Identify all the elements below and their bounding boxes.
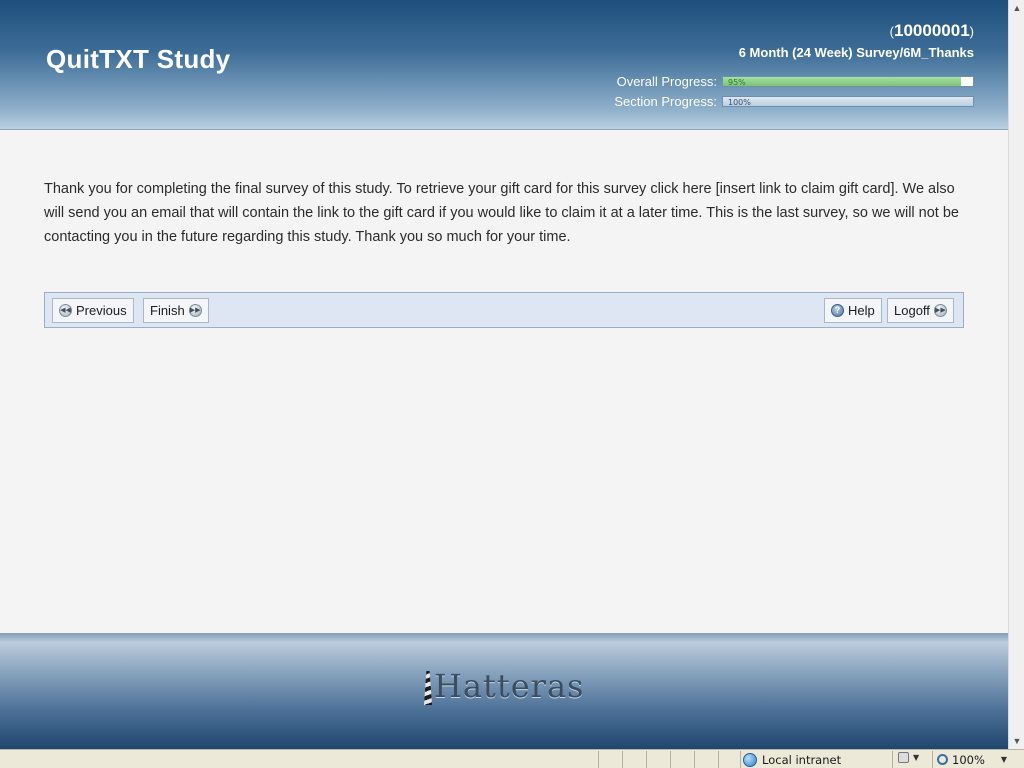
logoff-button-label: Logoff [894, 303, 930, 318]
help-button-label: Help [848, 303, 875, 318]
status-divider [740, 751, 741, 768]
security-zone-label: Local intranet [762, 752, 842, 767]
chevron-down-icon: ▼ [913, 753, 920, 762]
header-banner: QuitTXT Study (10000001) 6 Month (24 Wee… [0, 0, 1008, 130]
previous-button[interactable]: ◀◀ Previous [52, 298, 134, 323]
navigation-bar: ◀◀ Previous Finish ▶▶ ? Help Logoff ▶▶ [44, 292, 964, 328]
overall-progress: Overall Progress: 95% [616, 73, 974, 89]
help-button[interactable]: ? Help [824, 298, 882, 323]
footer-banner: Hatteras [0, 633, 1008, 749]
status-divider [646, 751, 647, 768]
finish-button[interactable]: Finish ▶▶ [143, 298, 209, 323]
overall-progress-fill [723, 76, 961, 86]
security-zone[interactable]: Local intranet [743, 751, 841, 768]
lighthouse-icon [424, 671, 432, 705]
protected-mode[interactable]: ▼ [898, 752, 919, 763]
scroll-down-arrow-icon[interactable]: ▼ [1009, 733, 1024, 749]
section-progress-bar: 100% [722, 95, 974, 107]
status-divider [670, 751, 671, 768]
thank-you-message: Thank you for completing the final surve… [44, 181, 959, 245]
rewind-circle-icon: ◀◀ [59, 304, 72, 317]
status-divider [932, 751, 933, 768]
overall-progress-bar: 95% [722, 75, 974, 87]
finish-button-label: Finish [150, 303, 185, 318]
lock-icon [898, 752, 909, 763]
survey-name: 6 Month (24 Week) Survey/6M_Thanks [738, 45, 974, 60]
magnifier-icon [937, 754, 948, 765]
chevron-down-icon: ▼ [1000, 755, 1008, 764]
scroll-up-arrow-icon[interactable]: ▲ [1009, 0, 1024, 16]
participant-id-value: 10000001 [894, 21, 970, 40]
zoom-level: 100% [952, 752, 985, 767]
section-progress: Section Progress: 100% [614, 93, 974, 109]
fast-forward-circle-icon: ▶▶ [188, 304, 202, 317]
status-divider [694, 751, 695, 768]
participant-id: (10000001) [890, 21, 974, 41]
overall-progress-percent: 95% [728, 77, 746, 87]
section-progress-percent: 100% [728, 97, 751, 107]
status-divider [598, 751, 599, 768]
globe-icon [743, 752, 757, 767]
participant-id-paren-close: ) [969, 24, 974, 39]
section-progress-fill [723, 96, 973, 106]
study-title: QuitTXT Study [46, 44, 231, 74]
section-progress-label: Section Progress: [614, 93, 717, 109]
previous-button-label: Previous [76, 303, 127, 318]
zoom-control[interactable]: 100% ▼ [937, 751, 1007, 768]
status-divider [622, 751, 623, 768]
overall-progress-label: Overall Progress: [616, 73, 717, 89]
question-circle-icon: ? [831, 304, 844, 317]
logoff-button[interactable]: Logoff ▶▶ [887, 298, 954, 323]
logo-text: Hatteras [434, 667, 585, 705]
fast-forward-circle-icon: ▶▶ [933, 304, 947, 317]
vertical-scrollbar[interactable]: ▲ ▼ [1008, 0, 1024, 749]
browser-status-bar: Local intranet ▼ 100% ▼ [0, 749, 1024, 768]
hatteras-logo: Hatteras [424, 667, 584, 705]
status-divider [892, 751, 893, 768]
status-divider [718, 751, 719, 768]
